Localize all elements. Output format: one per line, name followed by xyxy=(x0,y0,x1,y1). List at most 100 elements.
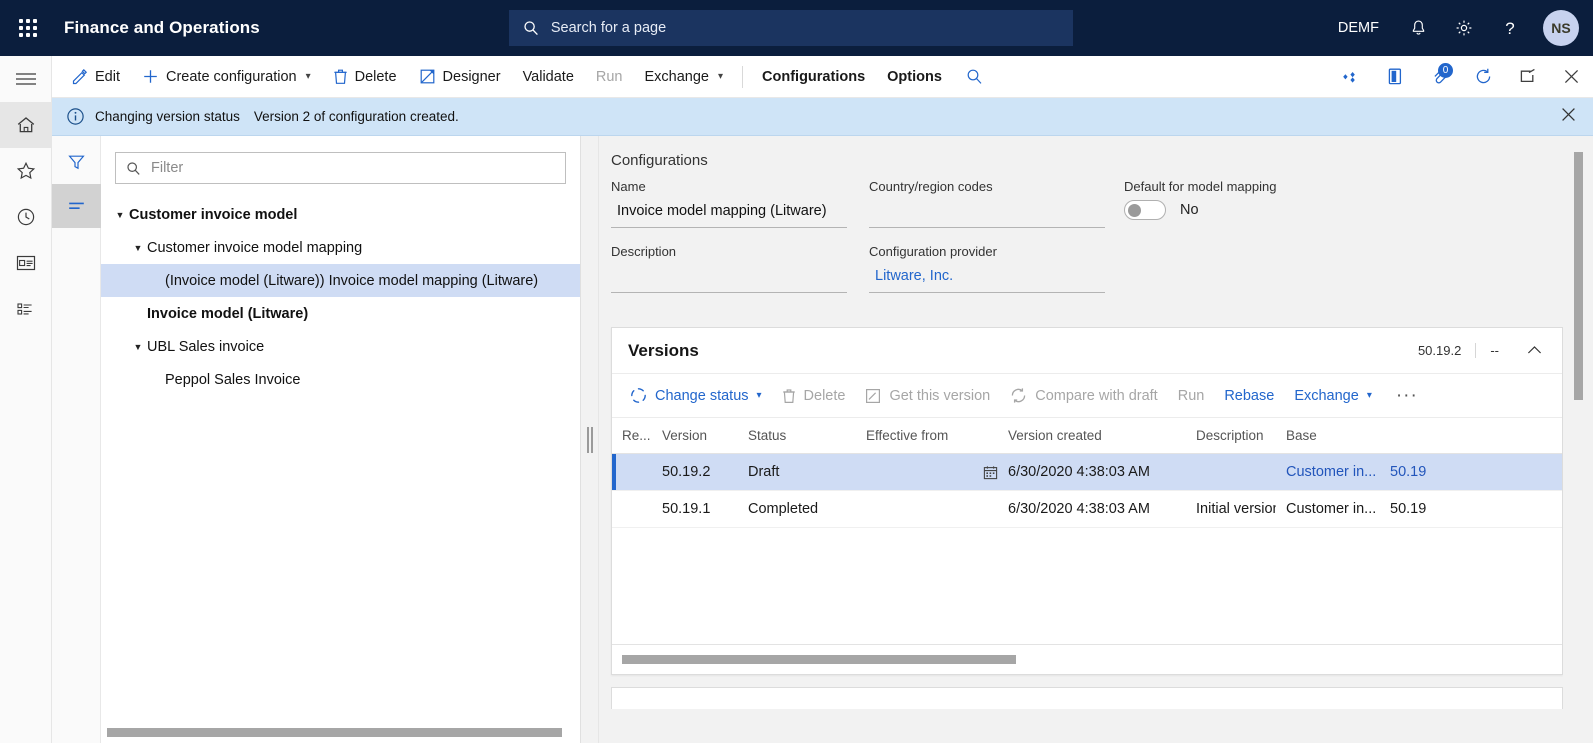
table-row[interactable]: 50.19.1 Completed 6/30/2020 4:38:03 AM I… xyxy=(612,491,1562,528)
home-icon xyxy=(15,114,37,136)
settings-button[interactable] xyxy=(1441,0,1487,56)
create-configuration-button[interactable]: Create configuration ▾ xyxy=(131,56,322,98)
cell-base[interactable]: Customer in... xyxy=(1276,464,1380,480)
avatar[interactable]: NS xyxy=(1543,10,1579,46)
tree-node[interactable]: ▼ UBL Sales invoice xyxy=(101,330,580,363)
delete-button[interactable]: Delete xyxy=(322,56,408,98)
panel-splitter[interactable] xyxy=(581,136,599,743)
tab-configurations[interactable]: Configurations xyxy=(751,56,876,98)
command-divider xyxy=(742,66,743,88)
expander-icon[interactable]: ▼ xyxy=(129,342,147,352)
sidebar-item-recent[interactable] xyxy=(0,194,52,240)
tree-node[interactable]: Invoice model (Litware) xyxy=(101,297,580,330)
table-row[interactable]: 50.19.2 Draft xyxy=(612,454,1562,491)
detail-panel: Configurations Name Invoice model mappin… xyxy=(599,136,1593,743)
sidebar-item-workspaces[interactable] xyxy=(0,240,52,286)
description-input[interactable] xyxy=(611,265,847,293)
description-field: Description xyxy=(611,244,869,293)
configuration-tree-panel: Filter ▼ Customer invoice model ▼ Custom… xyxy=(52,136,581,743)
cell-version[interactable]: 50.19.2 xyxy=(652,464,738,480)
default-for-model-mapping-toggle[interactable] xyxy=(1124,200,1166,220)
relationships-button[interactable] xyxy=(1329,56,1373,98)
tab-options[interactable]: Options xyxy=(876,56,953,98)
column-header-effective-from[interactable]: Effective from xyxy=(856,428,998,443)
funnel-icon xyxy=(67,153,86,172)
tree-horizontal-scrollbar[interactable] xyxy=(101,725,580,743)
name-input[interactable]: Invoice model mapping (Litware) xyxy=(611,200,847,228)
global-search-input[interactable]: Search for a page xyxy=(509,10,1073,46)
command-search-button[interactable] xyxy=(953,56,997,98)
filter-tab-button[interactable] xyxy=(52,140,101,184)
message-close-button[interactable] xyxy=(1554,106,1583,128)
scrollbar-thumb[interactable] xyxy=(622,655,1016,664)
app-title: Finance and Operations xyxy=(64,18,260,38)
expander-icon[interactable]: ▼ xyxy=(129,243,147,253)
cell-version-created[interactable]: 6/30/2020 4:38:03 AM xyxy=(998,464,1186,480)
column-header-status[interactable]: Status xyxy=(738,428,856,443)
sidebar-item-home[interactable] xyxy=(0,102,52,148)
column-header-description[interactable]: Description xyxy=(1186,428,1276,443)
next-section-card xyxy=(611,687,1563,709)
chevron-down-icon: ▾ xyxy=(757,390,762,401)
navigation-rail xyxy=(0,56,52,743)
expander-icon[interactable]: ▼ xyxy=(111,210,129,220)
country-region-field: Country/region codes xyxy=(869,179,1124,228)
designer-button[interactable]: Designer xyxy=(408,56,512,98)
edit-button[interactable]: Edit xyxy=(60,56,131,98)
detail-vertical-scrollbar[interactable] xyxy=(1563,136,1593,743)
validate-button[interactable]: Validate xyxy=(512,56,585,98)
versions-header-version: 50.19.2 xyxy=(1418,343,1475,358)
cell-status[interactable]: Completed xyxy=(738,501,856,517)
column-header-re[interactable]: Re... xyxy=(612,428,652,443)
cell-description[interactable]: Initial version xyxy=(1186,501,1276,517)
cell-base-version[interactable]: 50.19 xyxy=(1380,501,1440,517)
app-launcher-icon[interactable] xyxy=(0,0,56,56)
cell-version-created[interactable]: 6/30/2020 4:38:03 AM xyxy=(998,501,1186,517)
tree-node-selected[interactable]: (Invoice model (Litware)) Invoice model … xyxy=(101,264,580,297)
validate-label: Validate xyxy=(523,69,574,85)
rebase-label: Rebase xyxy=(1224,388,1274,404)
column-header-base[interactable]: Base xyxy=(1276,428,1380,443)
notifications-button[interactable] xyxy=(1395,0,1441,56)
detail-inner: Configurations Name Invoice model mappin… xyxy=(599,136,1563,743)
rebase-button[interactable]: Rebase xyxy=(1214,374,1284,418)
column-header-version-created[interactable]: Version created xyxy=(998,428,1186,443)
versions-overflow-button[interactable]: ··· xyxy=(1382,374,1432,418)
content-region: Filter ▼ Customer invoice model ▼ Custom… xyxy=(52,136,1593,743)
cell-base-version[interactable]: 50.19 xyxy=(1380,464,1440,480)
tree-node[interactable]: ▼ Customer invoice model mapping xyxy=(101,231,580,264)
open-in-office-button[interactable] xyxy=(1373,56,1417,98)
column-header-version[interactable]: Version xyxy=(652,428,738,443)
grid-horizontal-scrollbar[interactable] xyxy=(612,644,1562,674)
scrollbar-thumb[interactable] xyxy=(1574,152,1583,400)
svg-text:?: ? xyxy=(1505,19,1514,38)
versions-collapse-button[interactable] xyxy=(1513,342,1548,360)
scrollbar-thumb[interactable] xyxy=(107,728,562,737)
exchange-menu-button[interactable]: Exchange ▾ xyxy=(634,56,735,98)
configuration-provider-link[interactable]: Litware, Inc. xyxy=(869,265,1105,293)
tree-filter-input[interactable]: Filter xyxy=(115,152,566,184)
version-exchange-button[interactable]: Exchange ▾ xyxy=(1284,374,1382,418)
clock-icon xyxy=(15,206,37,228)
help-button[interactable]: ? xyxy=(1487,0,1533,56)
close-page-button[interactable] xyxy=(1549,56,1593,98)
exchange-label: Exchange xyxy=(645,69,710,85)
attachments-button[interactable]: 0 xyxy=(1417,56,1461,98)
company-selector[interactable]: DEMF xyxy=(1322,0,1395,56)
cell-status[interactable]: Draft xyxy=(738,464,856,480)
tree-node[interactable]: Peppol Sales Invoice xyxy=(101,363,580,396)
list-tab-button[interactable] xyxy=(52,184,101,228)
cell-version[interactable]: 50.19.1 xyxy=(652,501,738,517)
country-region-input[interactable] xyxy=(869,200,1105,228)
popout-button[interactable] xyxy=(1505,56,1549,98)
tree-node[interactable]: ▼ Customer invoice model xyxy=(101,198,580,231)
change-status-button[interactable]: Change status ▾ xyxy=(620,374,772,418)
hamburger-menu-button[interactable] xyxy=(0,56,52,102)
cell-base[interactable]: Customer in... xyxy=(1276,501,1380,517)
designer-label: Designer xyxy=(443,69,501,85)
sidebar-item-favorites[interactable] xyxy=(0,148,52,194)
field-column-1: Name Invoice model mapping (Litware) Des… xyxy=(611,179,869,309)
refresh-button[interactable] xyxy=(1461,56,1505,98)
sidebar-item-modules[interactable] xyxy=(0,286,52,332)
cell-effective-from[interactable] xyxy=(856,465,998,480)
